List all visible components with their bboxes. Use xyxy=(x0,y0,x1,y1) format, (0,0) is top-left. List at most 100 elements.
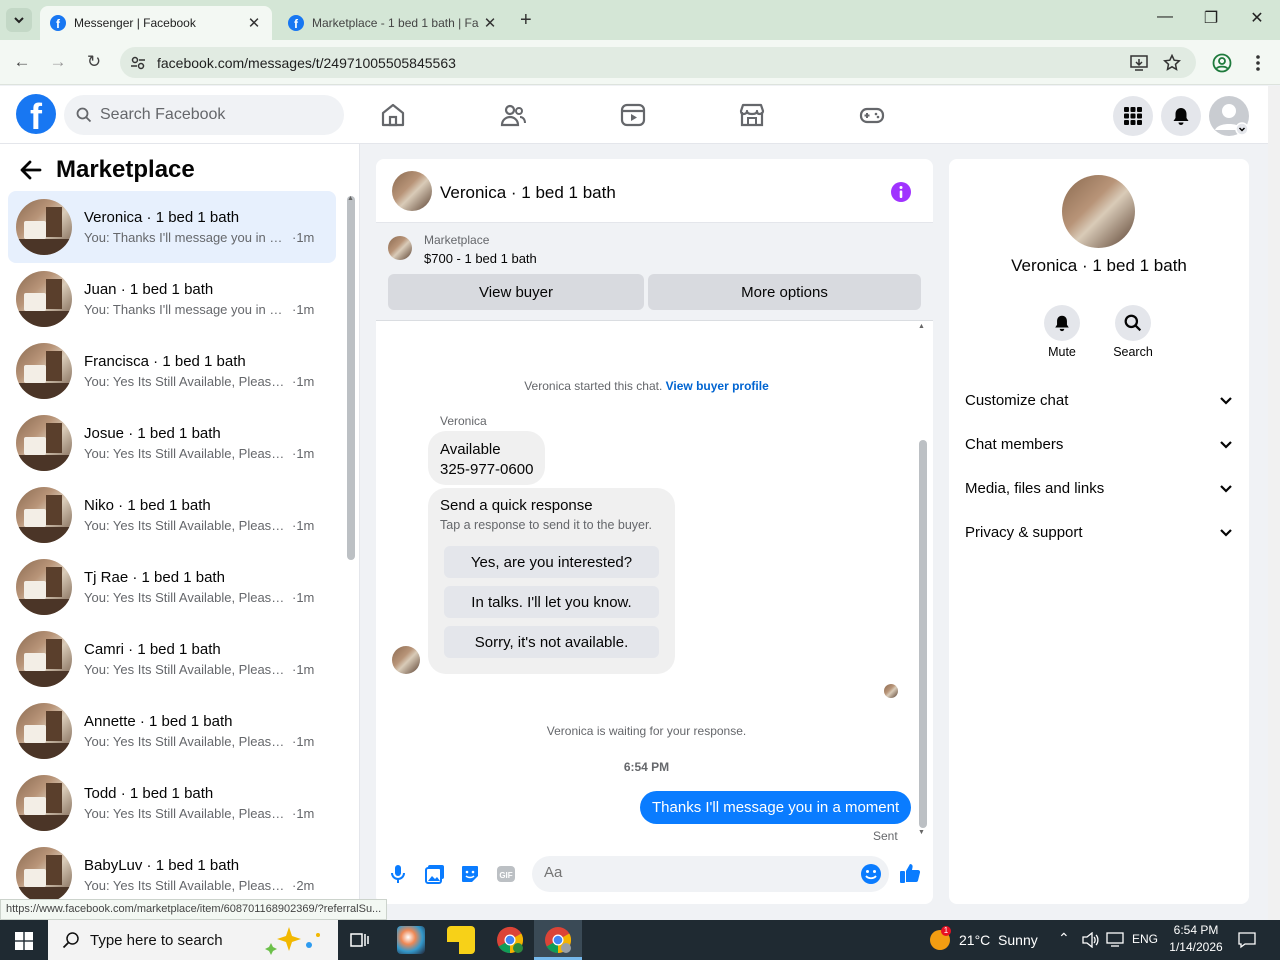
waiting-notice: Veronica is waiting for your response. xyxy=(546,724,747,738)
conversation-item[interactable]: Todd · 1 bed 1 bath You: Yes Its Still Av… xyxy=(8,767,336,839)
incoming-message-bubble[interactable]: Available 325-977-0600 xyxy=(428,431,545,485)
site-info-icon[interactable] xyxy=(130,55,146,71)
taskbar-active-app-highlight[interactable] xyxy=(534,920,582,960)
conversation-info: Josue · 1 bed 1 bath You: Yes Its Still A… xyxy=(84,425,324,461)
conversation-item[interactable]: Juan · 1 bed 1 bath You: Thanks I'll mess… xyxy=(8,263,336,335)
kebab-menu-icon[interactable] xyxy=(1250,53,1266,73)
emoji-icon[interactable] xyxy=(860,863,882,885)
taskbar-search-box[interactable]: Type here to search xyxy=(48,920,338,960)
photo-icon[interactable] xyxy=(425,864,445,884)
message-input[interactable] xyxy=(544,864,844,881)
conversation-name: Annette · 1 bed 1 bath xyxy=(84,713,233,730)
search-in-chat-button[interactable] xyxy=(1115,305,1151,341)
messages-scrollbar-thumb[interactable] xyxy=(919,440,927,828)
conversation-item[interactable]: Tj Rae · 1 bed 1 bath You: Yes Its Still … xyxy=(8,551,336,623)
profile-icon[interactable] xyxy=(1212,53,1232,73)
tab-messenger[interactable]: f Messenger | Facebook ✕ xyxy=(40,6,272,40)
conversation-item[interactable]: Josue · 1 bed 1 bath You: Yes Its Still A… xyxy=(8,407,336,479)
view-buyer-profile-link[interactable]: View buyer profile xyxy=(666,379,769,393)
preview-text: You: Yes Its Still Available, Please S..… xyxy=(84,878,288,893)
taskbar-app-sticky-notes[interactable] xyxy=(447,926,475,954)
view-buyer-button[interactable]: View buyer xyxy=(388,274,644,310)
close-window-button[interactable]: ✕ xyxy=(1242,8,1272,28)
info-icon[interactable] xyxy=(890,181,912,203)
weather-badge: 1 xyxy=(941,926,951,936)
scroll-up-arrow-icon[interactable]: ▲ xyxy=(918,323,925,330)
conversation-preview: You: Thanks I'll message you in a ... ·1m xyxy=(84,302,324,317)
sender-avatar[interactable] xyxy=(392,646,420,674)
language-indicator[interactable]: ENG xyxy=(1132,932,1158,946)
quick-response-not-available[interactable]: Sorry, it's not available. xyxy=(444,626,659,658)
friends-icon[interactable] xyxy=(499,101,527,129)
conversation-name: BabyLuv · 1 bed 1 bath xyxy=(84,857,240,874)
quick-response-in-talks[interactable]: In talks. I'll let you know. xyxy=(444,586,659,618)
gif-icon[interactable]: GIF xyxy=(496,864,516,884)
minimize-button[interactable]: — xyxy=(1150,8,1180,26)
video-icon[interactable] xyxy=(619,101,647,129)
restore-button[interactable]: ❐ xyxy=(1196,8,1226,28)
preview-time: ·1m xyxy=(292,806,315,821)
thumbs-up-icon[interactable] xyxy=(899,862,921,884)
customize-chat-section[interactable]: Customize chat xyxy=(965,392,1233,409)
preview-time: ·1m xyxy=(292,446,315,461)
quick-response-yes-interested[interactable]: Yes, are you interested? xyxy=(444,546,659,578)
more-options-button[interactable]: More options xyxy=(648,274,921,310)
task-view-icon[interactable] xyxy=(350,931,370,949)
message-input-box[interactable] xyxy=(532,856,889,892)
menu-button[interactable] xyxy=(1113,96,1153,136)
reload-button[interactable]: ↻ xyxy=(83,52,105,72)
media-files-links-section[interactable]: Media, files and links xyxy=(965,480,1233,497)
notifications-button[interactable] xyxy=(1161,96,1201,136)
facebook-logo[interactable]: f xyxy=(16,94,56,134)
network-icon[interactable] xyxy=(1106,932,1124,948)
search-input[interactable] xyxy=(100,106,320,124)
conversation-item[interactable]: Veronica · 1 bed 1 bath You: Thanks I'll … xyxy=(8,191,336,263)
conversation-item[interactable]: Camri · 1 bed 1 bath You: Yes Its Still A… xyxy=(8,623,336,695)
tab-marketplace[interactable]: f Marketplace - 1 bed 1 bath | Fa ✕ xyxy=(278,6,508,40)
scroll-up-arrow-icon[interactable]: ▲ xyxy=(347,195,354,202)
chat-title[interactable]: Veronica · 1 bed 1 bath xyxy=(440,183,616,203)
forward-button[interactable]: → xyxy=(47,52,69,72)
weather-icon[interactable]: 1 xyxy=(930,926,951,950)
windows-start-icon[interactable] xyxy=(15,932,33,950)
show-hidden-icons-chevron-icon[interactable]: ⌃ xyxy=(1058,930,1070,947)
close-tab-icon[interactable]: ✕ xyxy=(480,14,500,32)
new-tab-button[interactable]: + xyxy=(520,10,532,30)
conversation-item[interactable]: Francisca · 1 bed 1 bath You: Yes Its Sti… xyxy=(8,335,336,407)
listing-price-title[interactable]: $700 - 1 bed 1 bath xyxy=(424,251,537,266)
clock[interactable]: 6:54 PM 1/14/2026 xyxy=(1166,923,1226,954)
close-tab-icon[interactable]: ✕ xyxy=(244,14,264,32)
speaker-icon[interactable] xyxy=(1082,932,1100,948)
gaming-icon[interactable] xyxy=(858,101,886,129)
conversation-item[interactable]: Niko · 1 bed 1 bath You: Yes Its Still Av… xyxy=(8,479,336,551)
scroll-down-arrow-icon[interactable]: ▼ xyxy=(918,829,925,836)
link-status-bubble: https://www.facebook.com/marketplace/ite… xyxy=(0,899,388,920)
conversation-item[interactable]: Annette · 1 bed 1 bath You: Yes Its Still… xyxy=(8,695,336,767)
address-bar[interactable]: facebook.com/messages/t/2497100550584556… xyxy=(120,47,1196,78)
install-app-icon[interactable] xyxy=(1130,54,1148,72)
account-avatar[interactable] xyxy=(1209,96,1249,136)
sticker-icon[interactable] xyxy=(460,864,480,884)
preview-time: ·1m xyxy=(292,590,315,605)
search-box[interactable] xyxy=(64,95,344,135)
conversation-info: Tj Rae · 1 bed 1 bath You: Yes Its Still … xyxy=(84,569,324,605)
mute-button[interactable] xyxy=(1044,305,1080,341)
page-scrollbar[interactable] xyxy=(1268,86,1280,920)
privacy-support-section[interactable]: Privacy & support xyxy=(965,524,1233,541)
marketplace-icon[interactable] xyxy=(738,101,766,129)
back-button[interactable]: ← xyxy=(11,52,33,72)
taskbar-chrome-icon[interactable] xyxy=(496,926,524,954)
weather-text[interactable]: 21°C Sunny xyxy=(959,932,1038,948)
profile-avatar[interactable] xyxy=(1062,175,1135,248)
conversation-list-scrollbar[interactable] xyxy=(347,196,355,560)
taskbar-app-paint[interactable] xyxy=(397,926,425,954)
home-icon[interactable] xyxy=(379,101,407,129)
bookmark-star-icon[interactable] xyxy=(1163,54,1181,72)
microphone-icon[interactable] xyxy=(390,864,406,884)
outgoing-message-bubble[interactable]: Thanks I'll message you in a moment xyxy=(640,791,912,824)
tab-search-dropdown-button[interactable] xyxy=(6,8,32,32)
back-arrow-icon[interactable] xyxy=(20,160,42,180)
chat-avatar[interactable] xyxy=(392,171,432,211)
chat-members-section[interactable]: Chat members xyxy=(965,436,1233,453)
notification-center-icon[interactable] xyxy=(1238,931,1256,949)
